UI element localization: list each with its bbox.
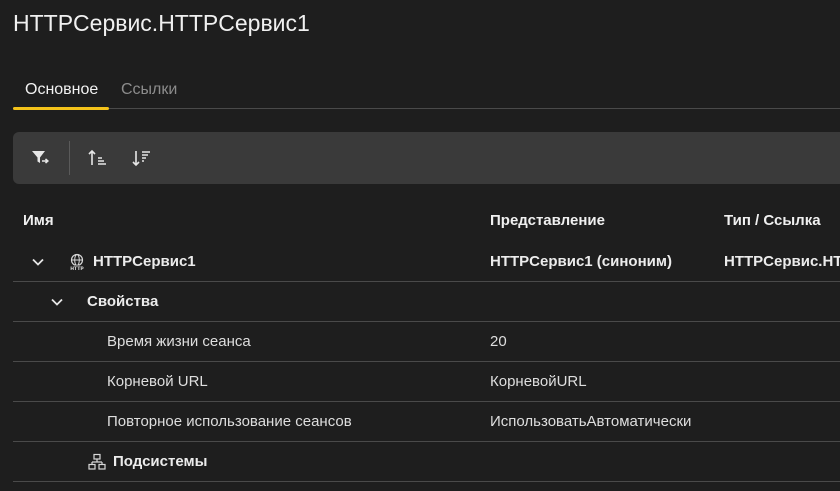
table-row[interactable]: HTTP HTTPСервис1 HTTPСервис1 (синоним) H… xyxy=(13,242,840,282)
row-name: Корневой URL xyxy=(107,373,208,390)
tab-links-label: Ссылки xyxy=(121,81,178,98)
tab-main[interactable]: Основное xyxy=(25,72,98,107)
row-presentation: HTTPСервис1 (синоним) xyxy=(490,253,672,270)
table-row[interactable]: Подсистемы xyxy=(13,442,840,482)
column-header-name[interactable]: Имя xyxy=(23,204,54,238)
row-name: Свойства xyxy=(87,293,159,310)
row-presentation: ИспользоватьАвтоматически xyxy=(490,413,692,430)
sort-descending-icon xyxy=(132,151,150,167)
sort-ascending-button[interactable] xyxy=(80,140,116,176)
chevron-down-icon[interactable] xyxy=(30,254,46,270)
filter-button[interactable] xyxy=(22,140,58,176)
svg-text:HTTP: HTTP xyxy=(70,266,84,271)
filter-arrow-icon xyxy=(32,151,50,164)
tab-links[interactable]: Ссылки xyxy=(121,72,177,107)
tab-bar: Основное Ссылки xyxy=(13,72,840,110)
toolbar-separator xyxy=(69,141,70,175)
row-name: Повторное использование сеансов xyxy=(107,413,352,430)
http-globe-icon: HTTP xyxy=(68,253,86,271)
table-row[interactable]: Повторное использование сеансов Использо… xyxy=(13,402,840,442)
subsystems-hierarchy-icon xyxy=(88,453,106,470)
tab-main-label: Основное xyxy=(25,81,99,98)
table-row[interactable]: Свойства xyxy=(13,282,840,322)
chevron-down-icon[interactable] xyxy=(49,294,65,310)
row-name: HTTPСервис1 xyxy=(93,253,196,270)
http-service-editor: HTTPСервис.HTTPСервис1 Основное Ссылки И… xyxy=(0,0,840,491)
row-name: Время жизни сеанса xyxy=(107,333,251,350)
row-name: Подсистемы xyxy=(113,453,208,470)
row-presentation: 20 xyxy=(490,333,507,350)
sort-ascending-icon xyxy=(88,149,106,165)
active-tab-indicator xyxy=(13,107,109,110)
column-header-type[interactable]: Тип / Ссылка xyxy=(724,204,821,238)
table-row[interactable]: Корневой URL КорневойURL xyxy=(13,362,840,402)
row-presentation: КорневойURL xyxy=(490,373,587,390)
toolbar xyxy=(13,132,840,184)
page-title: HTTPСервис.HTTPСервис1 xyxy=(13,10,310,36)
table-header: Имя Представление Тип / Ссылка xyxy=(13,204,840,238)
sort-descending-button[interactable] xyxy=(124,140,160,176)
column-header-presentation[interactable]: Представление xyxy=(490,204,605,238)
table-row[interactable]: Время жизни сеанса 20 xyxy=(13,322,840,362)
row-type: HTTPСервис.HT xyxy=(724,253,840,270)
